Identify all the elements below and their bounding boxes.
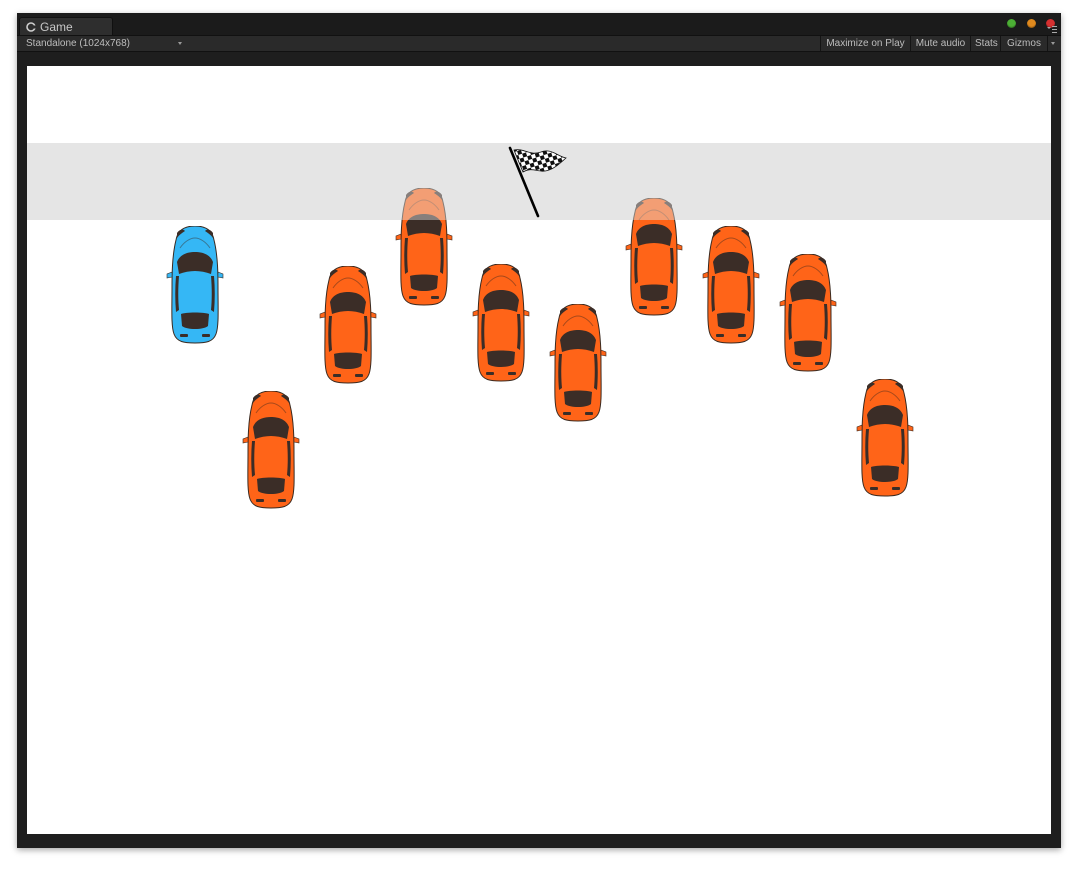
orange-car-icon — [395, 188, 453, 306]
checkered-flag-icon — [508, 146, 567, 218]
enemy-car-2 — [319, 266, 377, 384]
orange-car-icon — [625, 198, 683, 316]
enemy-car-4 — [472, 264, 530, 382]
game-toolbar: Standalone (1024x768) Maximize on Play M… — [17, 35, 1061, 52]
maximize-on-play-button[interactable]: Maximize on Play — [820, 36, 910, 51]
blue-car-icon — [166, 226, 224, 344]
gizmos-dropdown-arrow[interactable] — [1047, 36, 1059, 51]
enemy-car-9 — [856, 379, 914, 497]
window-controls — [1001, 15, 1055, 28]
orange-car-icon — [242, 391, 300, 509]
mute-audio-button[interactable]: Mute audio — [910, 36, 970, 51]
tab-bar: Game — [17, 13, 1061, 35]
enemy-car-6 — [625, 198, 683, 316]
tab-game[interactable]: Game — [19, 17, 113, 35]
panel-menu-icon[interactable] — [1047, 26, 1057, 34]
player-car — [166, 226, 224, 344]
maximize-window-button[interactable] — [1007, 19, 1017, 28]
stats-button[interactable]: Stats — [970, 36, 1000, 51]
enemy-car-5 — [549, 304, 607, 422]
chevron-down-icon — [178, 42, 182, 45]
enemy-car-3 — [395, 188, 453, 306]
orange-car-icon — [319, 266, 377, 384]
resolution-label: Standalone (1024x768) — [26, 38, 130, 49]
orange-car-icon — [779, 254, 837, 372]
game-viewport[interactable] — [27, 66, 1051, 834]
orange-car-icon — [856, 379, 914, 497]
resolution-dropdown[interactable]: Standalone (1024x768) — [26, 36, 182, 51]
gizmos-button[interactable]: Gizmos — [1000, 36, 1047, 51]
orange-car-icon — [472, 264, 530, 382]
enemy-car-8 — [779, 254, 837, 372]
orange-car-icon — [549, 304, 607, 422]
enemy-car-7 — [702, 226, 760, 344]
tab-label: Game — [40, 20, 73, 34]
enemy-car-1 — [242, 391, 300, 509]
minimize-window-button[interactable] — [1026, 19, 1036, 28]
orange-car-icon — [702, 226, 760, 344]
unity-logo-icon — [26, 22, 36, 32]
game-window: Game Standalone (1024x768) Maximize on P… — [17, 13, 1061, 848]
